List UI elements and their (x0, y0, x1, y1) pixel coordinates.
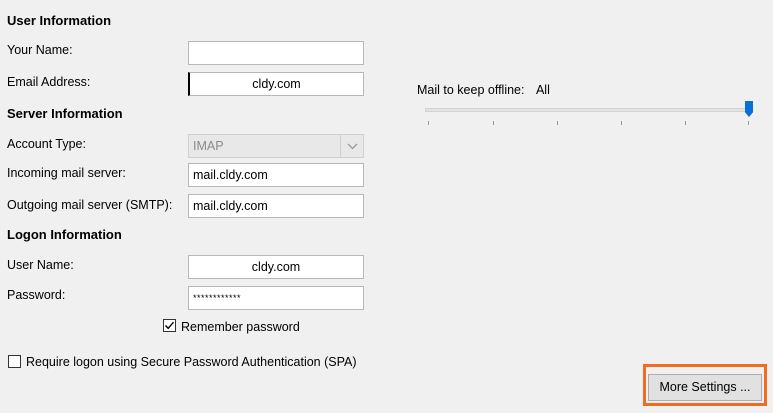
account-type-select: IMAP (188, 134, 364, 158)
slider-tick (748, 121, 749, 125)
outgoing-mail-server-label: Outgoing mail server (SMTP): (7, 198, 173, 212)
account-type-value: IMAP (193, 139, 224, 153)
user-name-field[interactable]: cldy.com (188, 255, 364, 279)
mail-offline-label-text: Mail to keep offline: (417, 83, 525, 97)
outgoing-mail-server-field[interactable]: mail.cldy.com (188, 194, 364, 218)
remember-password-checkbox[interactable] (163, 319, 176, 332)
mail-offline-label: Mail to keep offline: All (417, 83, 550, 97)
email-address-label: Email Address: (7, 75, 91, 89)
password-field[interactable]: ************ (188, 286, 364, 310)
server-information-heading: Server Information (7, 106, 123, 121)
slider-tick (621, 121, 622, 125)
slider-thumb[interactable] (745, 101, 753, 117)
spa-label[interactable]: Require logon using Secure Password Auth… (26, 355, 357, 369)
email-address-field[interactable]: cldy.com (188, 72, 364, 96)
slider-tick (493, 121, 494, 125)
more-settings-button[interactable]: More Settings ... (648, 374, 762, 401)
slider-tick (557, 121, 558, 125)
chevron-down-icon (340, 135, 363, 157)
mail-offline-slider[interactable] (425, 101, 755, 131)
your-name-label: Your Name: (7, 43, 73, 57)
logon-information-heading: Logon Information (7, 227, 122, 242)
user-name-label: User Name: (7, 258, 74, 272)
password-label: Password: (7, 288, 66, 302)
slider-tick (428, 121, 429, 125)
your-name-field[interactable] (188, 41, 364, 65)
slider-tick (685, 121, 686, 125)
user-information-heading: User Information (7, 13, 112, 28)
incoming-mail-server-label: Incoming mail server: (7, 166, 126, 180)
spa-checkbox[interactable] (8, 355, 21, 368)
account-type-label: Account Type: (7, 137, 86, 151)
slider-track (425, 108, 750, 112)
checkmark-icon (164, 321, 175, 330)
incoming-mail-server-field[interactable]: mail.cldy.com (188, 163, 364, 187)
remember-password-label[interactable]: Remember password (181, 320, 300, 334)
mail-offline-value: All (535, 83, 550, 97)
